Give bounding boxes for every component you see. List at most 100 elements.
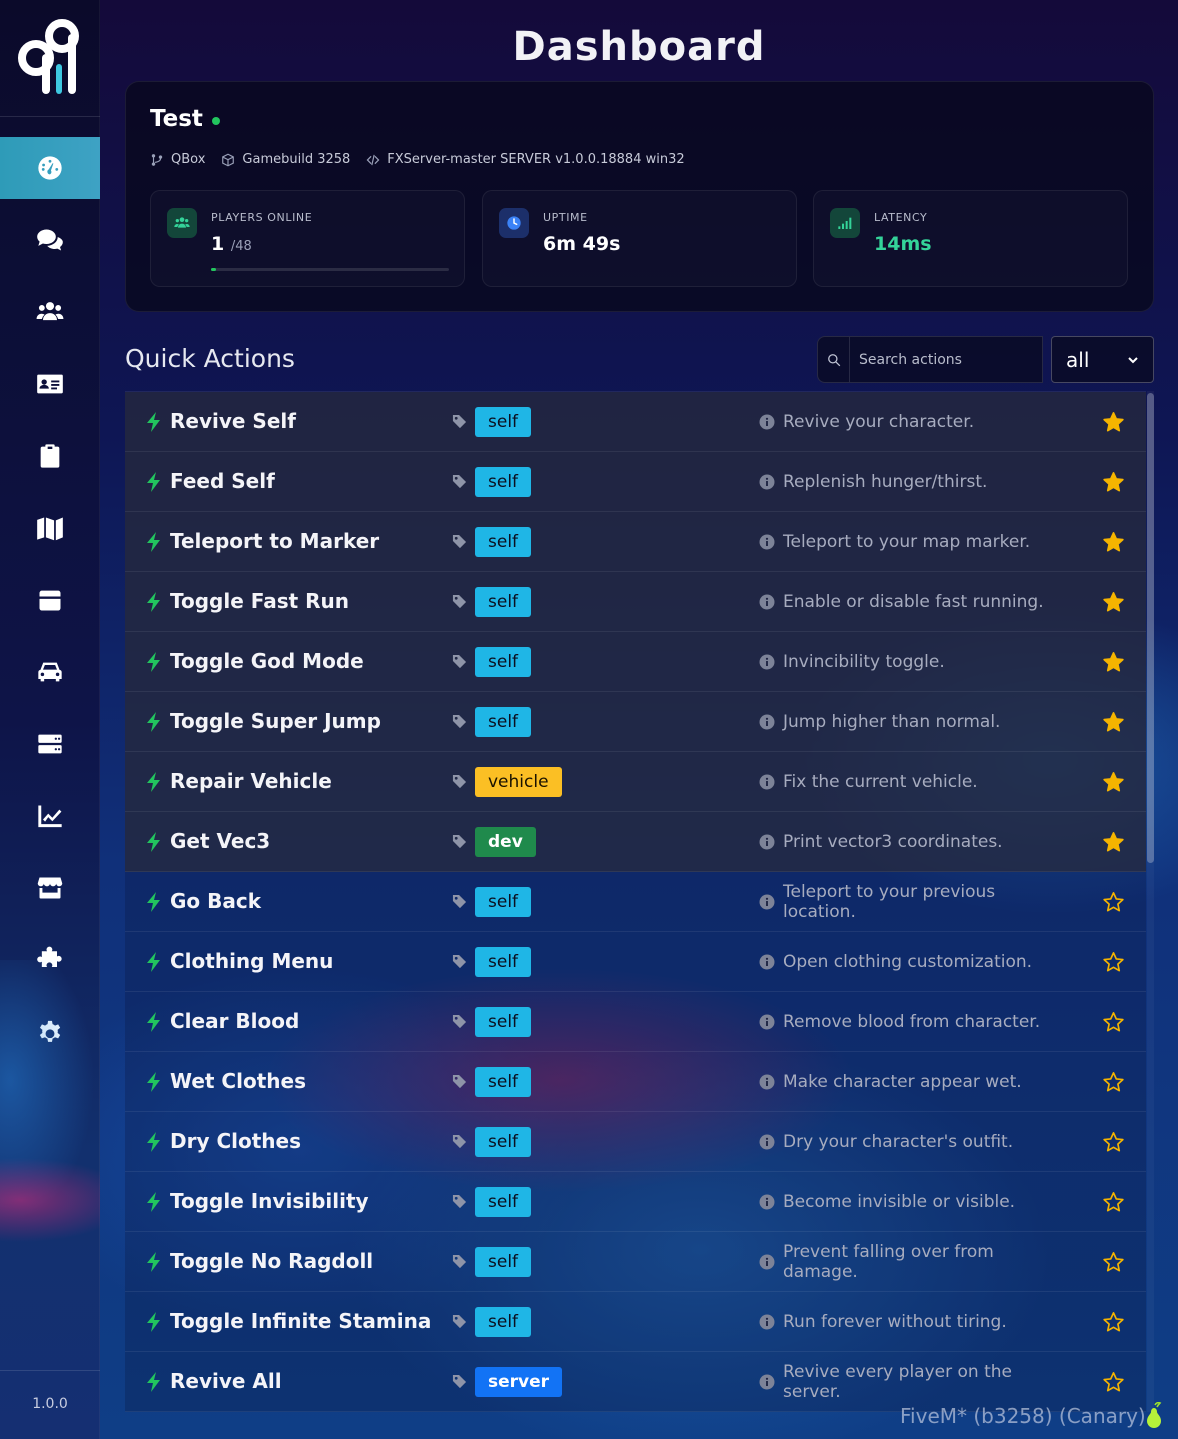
action-row[interactable]: Revive All server Revive every player on t… — [125, 1352, 1146, 1412]
action-search — [817, 336, 1043, 383]
tag-icon — [452, 714, 467, 729]
favorite-star-icon[interactable] — [1102, 411, 1125, 433]
favorite-star-icon[interactable] — [1102, 1311, 1125, 1333]
nav-players[interactable] — [0, 281, 100, 343]
info-icon — [759, 834, 775, 850]
action-row[interactable]: Toggle Infinite Stamina self Run forever w… — [125, 1292, 1146, 1352]
category-badge: dev — [475, 827, 536, 857]
action-row[interactable]: Repair Vehicle vehicle Fix the current veh… — [125, 752, 1146, 812]
favorite-star-icon[interactable] — [1102, 651, 1125, 673]
favorite-star-icon[interactable] — [1102, 771, 1125, 793]
category-badge: self — [475, 407, 532, 437]
info-icon — [759, 774, 775, 790]
action-name: Dry Clothes — [170, 1129, 302, 1153]
nav-server[interactable] — [0, 713, 100, 775]
clipboard-icon — [40, 444, 60, 468]
action-description: Revive your character. — [783, 412, 975, 432]
tag-icon — [452, 594, 467, 609]
nav-items[interactable] — [0, 569, 100, 631]
info-icon — [759, 1134, 775, 1150]
action-row[interactable]: Clear Blood self Remove blood from charact… — [125, 992, 1146, 1052]
nav-shop[interactable] — [0, 857, 100, 919]
info-icon — [759, 1314, 775, 1330]
bolt-icon — [147, 1252, 160, 1272]
nav-addons[interactable] — [0, 929, 100, 991]
nav-identity[interactable] — [0, 353, 100, 415]
action-name: Clothing Menu — [170, 949, 334, 973]
action-name: Revive Self — [170, 409, 296, 433]
puzzle-icon — [37, 946, 62, 967]
favorite-star-icon[interactable] — [1102, 1251, 1125, 1273]
logo-divider — [0, 116, 100, 117]
favorite-star-icon[interactable] — [1102, 1191, 1125, 1213]
category-filter-select[interactable]: all — [1051, 336, 1154, 383]
category-badge: self — [475, 1307, 532, 1337]
nav-reports[interactable] — [0, 425, 100, 487]
action-row[interactable]: Toggle Super Jump self Jump higher than no… — [125, 692, 1146, 752]
favorite-star-icon[interactable] — [1102, 1131, 1125, 1153]
bolt-icon — [147, 532, 160, 552]
players-online-stat: PLAYERS ONLINE 1 /48 — [150, 190, 465, 287]
action-row[interactable]: Get Vec3 dev Print vector3 coordinates. — [125, 812, 1146, 872]
cube-icon — [222, 153, 235, 166]
category-badge: self — [475, 1187, 532, 1217]
favorite-star-icon[interactable] — [1102, 531, 1125, 553]
app-logo-icon[interactable] — [18, 18, 82, 98]
bolt-icon — [147, 1072, 160, 1092]
action-description: Remove blood from character. — [783, 1012, 1041, 1032]
favorite-star-icon[interactable] — [1102, 711, 1125, 733]
chat-bubbles-icon — [37, 229, 63, 251]
tag-icon — [452, 414, 467, 429]
action-row[interactable]: Clothing Menu self Open clothing customiza… — [125, 932, 1146, 992]
nav-analytics[interactable] — [0, 785, 100, 847]
tag-icon — [452, 894, 467, 909]
info-icon — [759, 1194, 775, 1210]
action-row[interactable]: Toggle Invisibility self Become invisible … — [125, 1172, 1146, 1232]
nav-settings[interactable] — [0, 1001, 100, 1063]
nav-vehicles[interactable] — [0, 641, 100, 703]
action-name: Toggle Invisibility — [170, 1189, 369, 1213]
action-row[interactable]: Revive Self self Revive your character. — [125, 392, 1146, 452]
action-name: Revive All — [170, 1369, 282, 1393]
signal-bars-icon — [838, 217, 852, 229]
favorite-star-icon[interactable] — [1102, 1011, 1125, 1033]
favorite-star-icon[interactable] — [1102, 1071, 1125, 1093]
action-row[interactable]: Dry Clothes self Dry your character's outf… — [125, 1112, 1146, 1172]
nav-dashboard[interactable] — [0, 137, 100, 199]
bolt-icon — [147, 1312, 160, 1332]
search-icon-wrap — [818, 337, 850, 382]
info-icon — [759, 534, 775, 550]
players-online-label: PLAYERS ONLINE — [211, 211, 313, 224]
action-row[interactable]: Feed Self self Replenish hunger/thirst. — [125, 452, 1146, 512]
tag-icon — [452, 1134, 467, 1149]
tag-icon — [452, 1254, 467, 1269]
action-row[interactable]: Go Back self Teleport to your previous loc… — [125, 872, 1146, 932]
action-row[interactable]: Toggle Fast Run self Enable or disable fas… — [125, 572, 1146, 632]
action-row[interactable]: Wet Clothes self Make character appear wet… — [125, 1052, 1146, 1112]
favorite-star-icon[interactable] — [1102, 471, 1125, 493]
scrollbar-thumb[interactable] — [1147, 393, 1154, 863]
uptime-stat: UPTIME 6m 49s — [482, 190, 797, 287]
nav-chat[interactable] — [0, 209, 100, 271]
category-badge: self — [475, 1247, 532, 1277]
favorite-star-icon[interactable] — [1102, 591, 1125, 613]
action-description: Teleport to your map marker. — [783, 532, 1031, 552]
favorite-star-icon[interactable] — [1102, 831, 1125, 853]
action-name: Toggle Super Jump — [170, 709, 381, 733]
favorite-star-icon[interactable] — [1102, 951, 1125, 973]
action-row[interactable]: Teleport to Marker self Teleport to your m… — [125, 512, 1146, 572]
favorite-star-icon[interactable] — [1102, 1371, 1125, 1393]
search-input[interactable] — [850, 337, 1042, 382]
category-badge: self — [475, 887, 532, 917]
nav-map[interactable] — [0, 497, 100, 559]
info-icon — [759, 1074, 775, 1090]
server-info-card: Test QBox Gamebuild 3258 FXServer-master… — [125, 81, 1154, 312]
action-row[interactable]: Toggle No Ragdoll self Prevent falling ove… — [125, 1232, 1146, 1292]
action-row[interactable]: Toggle God Mode self Invincibility toggle. — [125, 632, 1146, 692]
bolt-icon — [147, 1132, 160, 1152]
server-status-dot — [212, 117, 220, 125]
favorite-star-icon[interactable] — [1102, 891, 1125, 913]
page-title: Dashboard — [512, 24, 766, 70]
info-icon — [759, 594, 775, 610]
uptime-label: UPTIME — [543, 211, 588, 224]
